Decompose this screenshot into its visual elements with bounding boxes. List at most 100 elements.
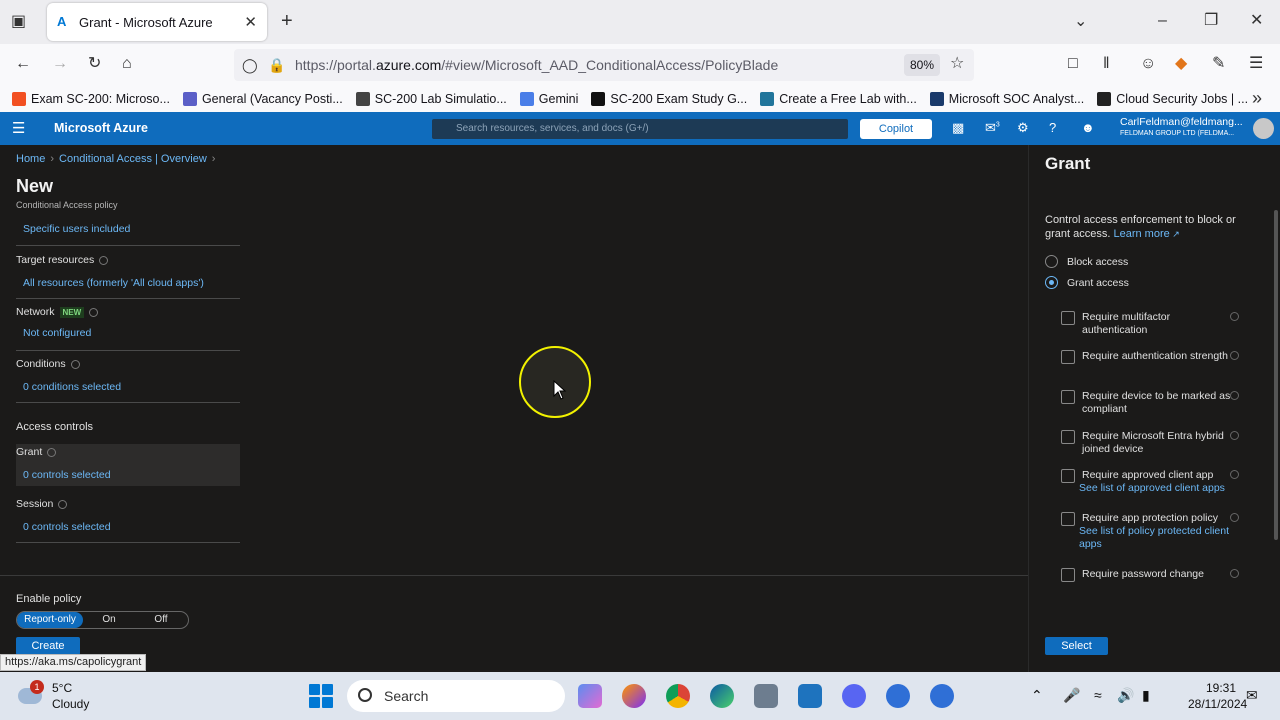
info-icon[interactable] (70, 359, 80, 369)
forward-icon[interactable]: → (52, 54, 68, 74)
discord-app-icon[interactable] (842, 684, 866, 708)
grant-option-checkbox[interactable]: Require multifactor authentication (1061, 311, 1251, 337)
grant-option-checkbox[interactable]: Require Microsoft Entra hybrid joined de… (1061, 430, 1251, 456)
home-icon[interactable]: ⌂ (122, 54, 132, 74)
help-icon[interactable]: ? (1049, 120, 1056, 135)
edge-app-icon[interactable] (710, 684, 734, 708)
account-icon[interactable]: ☺ (1140, 54, 1156, 74)
network-value-link[interactable]: Not configured (23, 327, 240, 339)
info-icon[interactable] (1230, 431, 1239, 440)
weather-widget[interactable]: 1 5°C Cloudy (18, 680, 89, 712)
info-icon[interactable] (47, 447, 57, 457)
grant-access-radio[interactable]: Grant access (1045, 276, 1129, 289)
toggle-off[interactable]: Off (135, 612, 187, 628)
toggle-on[interactable]: On (83, 612, 135, 628)
grant-value-link[interactable]: 0 controls selected (23, 469, 240, 481)
bookmark-item[interactable]: SC-200 Lab Simulatio... (355, 92, 507, 106)
calculator-app-icon[interactable] (754, 684, 778, 708)
info-icon[interactable] (1230, 569, 1239, 578)
battery-icon[interactable]: ▮ (1142, 687, 1150, 704)
checkbox-box[interactable] (1061, 311, 1075, 325)
info-icon[interactable] (58, 499, 68, 509)
close-window-icon[interactable]: ✕ (1250, 11, 1263, 31)
restore-icon[interactable]: ❐ (1204, 11, 1218, 31)
url-text[interactable]: https://portal.azure.com/#view/Microsoft… (295, 57, 778, 73)
create-button[interactable]: Create (16, 637, 80, 655)
checkbox-box[interactable] (1061, 568, 1075, 582)
library-icon[interactable]: ‖ (1103, 54, 1110, 74)
settings-gear-icon[interactable]: ⚙ (1017, 120, 1029, 136)
chrome-app-icon[interactable] (666, 684, 690, 708)
checkbox-box[interactable] (1061, 430, 1075, 444)
notifications-icon[interactable]: ✉3 (985, 120, 1000, 136)
bookmark-item[interactable]: Create a Free Lab with... (760, 92, 917, 106)
checkbox-box[interactable] (1061, 469, 1075, 483)
checkbox-box[interactable] (1061, 350, 1075, 364)
info-icon[interactable] (89, 307, 99, 317)
bookmark-star-icon[interactable]: ☆ (950, 54, 964, 74)
grant-option-checkbox[interactable]: Require approved client app See list of a… (1061, 469, 1251, 495)
extensions-icon[interactable]: ✎ (1212, 54, 1225, 74)
info-icon[interactable] (1230, 312, 1239, 321)
panel-scrollbar[interactable] (1274, 210, 1278, 540)
close-tab-icon[interactable]: ✕ (244, 13, 257, 31)
feedback-icon[interactable]: ☻ (1081, 120, 1095, 135)
firefox-app-icon[interactable] (622, 684, 646, 708)
grant-option-checkbox[interactable]: Require authentication strength (1061, 350, 1251, 364)
info-icon[interactable] (99, 255, 109, 265)
app-icon[interactable] (886, 684, 910, 708)
microphone-icon[interactable]: 🎤 (1063, 687, 1080, 704)
taskbar-search[interactable]: Search (347, 680, 565, 712)
url-bar[interactable]: ◯ 🔒 https://portal.azure.com/#view/Micro… (234, 49, 974, 81)
block-access-radio[interactable]: Block access (1045, 255, 1128, 268)
checkbox-box[interactable] (1061, 390, 1075, 404)
grant-option-checkbox[interactable]: Require app protection policy See list of… (1061, 512, 1251, 551)
checkbox-box[interactable] (1061, 512, 1075, 526)
minimize-icon[interactable]: – (1158, 11, 1167, 31)
avatar[interactable] (1253, 118, 1274, 139)
zoom-level[interactable]: 80% (904, 54, 941, 76)
session-value-link[interactable]: 0 controls selected (23, 521, 240, 533)
bookmark-item[interactable]: SC-200 Exam Study G... (591, 92, 747, 106)
lock-icon[interactable]: 🔒 (268, 55, 285, 75)
bookmark-item[interactable]: Gemini (519, 92, 578, 106)
start-button[interactable] (309, 684, 333, 708)
menu-icon[interactable]: ☰ (1249, 54, 1263, 74)
target-resources-value-link[interactable]: All resources (formerly 'All cloud apps'… (23, 277, 240, 289)
cloud-shell-icon[interactable]: ▩ (952, 120, 964, 136)
copilot-button[interactable]: Copilot (860, 119, 932, 139)
metamask-icon[interactable]: ◆ (1175, 54, 1187, 74)
tab-overview-icon[interactable]: ▣ (11, 12, 26, 32)
toggle-report-only[interactable]: Report-only (17, 612, 83, 628)
user-account[interactable]: CarlFeldman@feldmang... FELDMAN GROUP LT… (1120, 117, 1243, 139)
portal-menu-icon[interactable]: ☰ (12, 119, 25, 137)
bookmark-item[interactable]: Exam SC-200: Microso... (12, 92, 170, 106)
info-icon[interactable] (1230, 470, 1239, 479)
new-tab-icon[interactable]: + (281, 11, 293, 31)
pocket-icon[interactable]: □ (1068, 54, 1078, 74)
select-button[interactable]: Select (1045, 637, 1108, 655)
breadcrumb-home[interactable]: Home (16, 153, 45, 165)
bookmark-item[interactable]: General (Vacancy Posti... (182, 92, 343, 106)
copilot-app-icon[interactable] (578, 684, 602, 708)
bookmark-item[interactable]: Microsoft SOC Analyst... (929, 92, 1084, 106)
list-tabs-icon[interactable]: ⌄ (1074, 12, 1087, 32)
wifi-icon[interactable]: ≈ (1094, 687, 1102, 703)
grant-option-checkbox[interactable]: Require password change (1061, 568, 1251, 582)
conditions-value-link[interactable]: 0 conditions selected (23, 381, 240, 393)
notification-center-icon[interactable]: ✉ (1246, 687, 1258, 704)
more-bookmarks-icon[interactable]: » (1252, 88, 1262, 109)
bookmark-item[interactable]: Cloud Security Jobs | ... (1097, 92, 1248, 106)
global-search-input[interactable]: Search resources, services, and docs (G+… (432, 119, 848, 139)
learn-more-link[interactable]: Learn more (1113, 228, 1169, 240)
azure-brand[interactable]: Microsoft Azure (54, 121, 148, 135)
back-icon[interactable]: ← (15, 54, 31, 74)
clock[interactable]: 19:31 28/11/2024 (1188, 680, 1247, 712)
info-icon[interactable] (1230, 513, 1239, 522)
notepad-app-icon[interactable] (798, 684, 822, 708)
show-hidden-icons[interactable]: ⌃ (1031, 687, 1043, 704)
browser-tab-active[interactable]: A Grant - Microsoft Azure ✕ (47, 3, 267, 41)
grant-option-link[interactable]: See list of approved client apps (1079, 482, 1239, 495)
info-icon[interactable] (1230, 391, 1239, 400)
breadcrumb-ca-overview[interactable]: Conditional Access | Overview (59, 153, 207, 165)
